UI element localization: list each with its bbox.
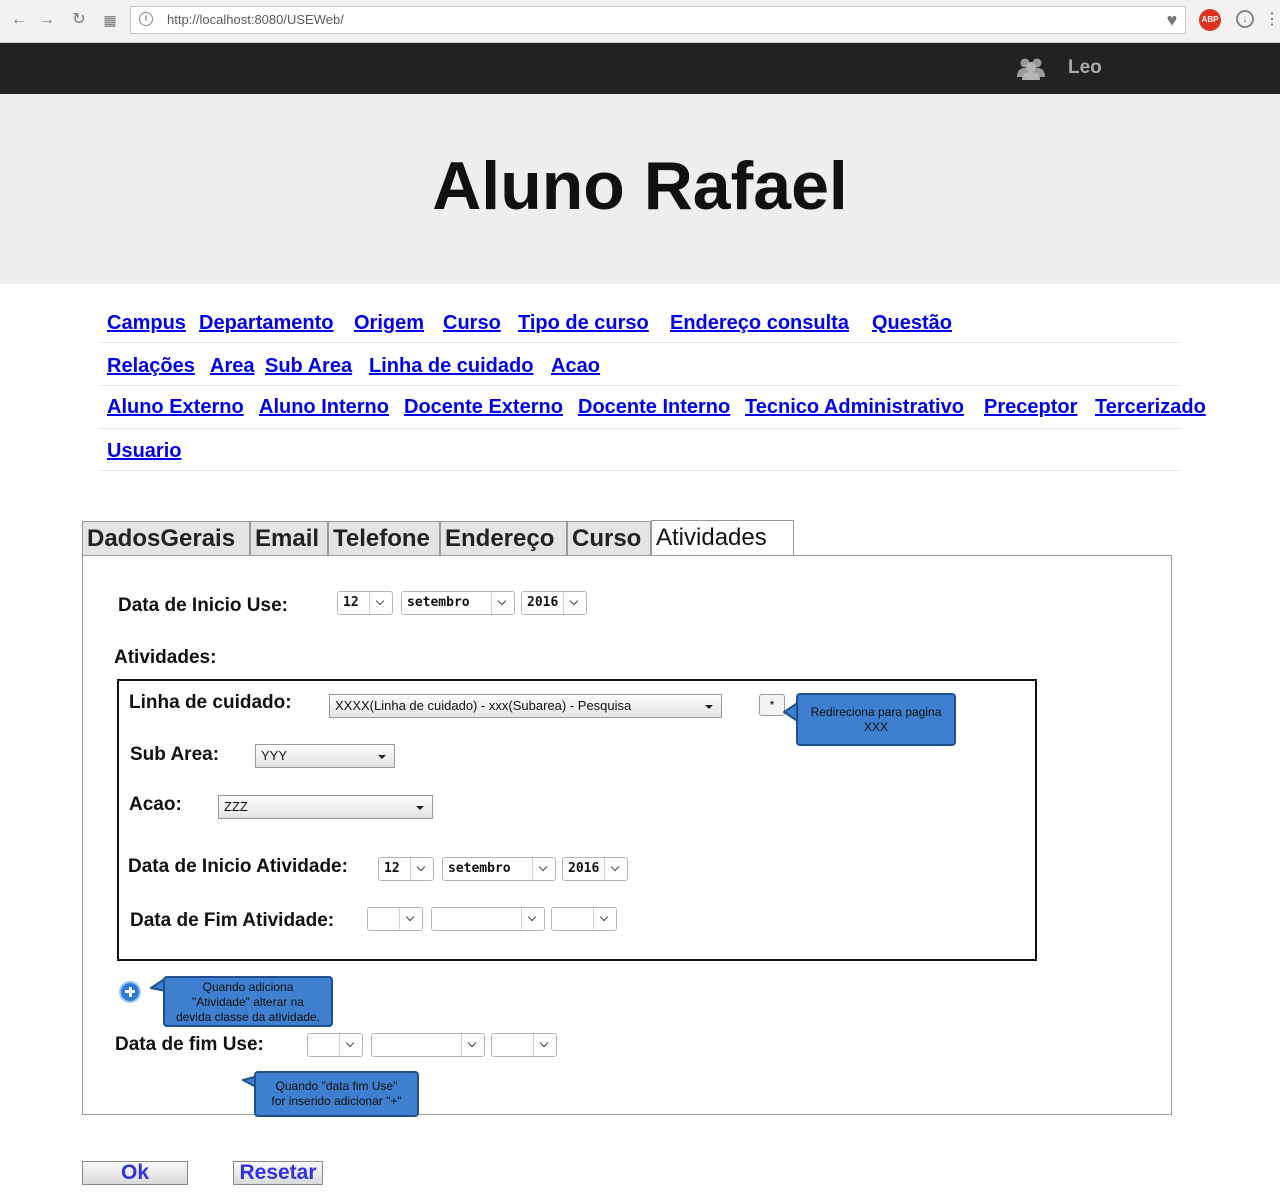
callout-adiciona-line-3: devida classe da atividade. <box>175 1010 321 1024</box>
address-bar[interactable]: i http://localhost:8080/USEWeb/ <box>130 6 1186 34</box>
menu-link-docente-interno[interactable]: Docente Interno <box>578 395 730 419</box>
back-arrow-icon[interactable]: ← <box>8 9 30 31</box>
callout-data-fim-line-1: Quando "data fim Use" <box>275 1079 398 1093</box>
callout-adiciona: Quando adiciona "Atividade" alterar na d… <box>163 976 333 1027</box>
menu-link-endereco-consulta[interactable]: Endereço consulta <box>670 311 849 335</box>
menu-link-tecnico-administrativo[interactable]: Tecnico Administrativo <box>745 395 964 419</box>
data-inicio-atividade-label: Data de Inicio Atividade: <box>128 856 348 877</box>
data-inicio-atividade-month-select[interactable]: setembro <box>442 857 556 881</box>
data-fim-atividade-day-select[interactable] <box>367 907 423 931</box>
acao-label: Acao: <box>129 794 182 815</box>
menu-link-departamento[interactable]: Departamento <box>199 311 333 335</box>
linha-cuidado-label: Linha de cuidado: <box>129 692 292 713</box>
sub-area-label: Sub Area: <box>130 744 220 765</box>
atividades-label: Atividades: <box>114 647 217 668</box>
user-name[interactable]: Leo <box>1068 56 1102 80</box>
data-fim-atividade-label: Data de Fim Atividade: <box>130 910 335 931</box>
url-text[interactable]: http://localhost:8080/USEWeb/ <box>167 7 344 33</box>
tab-endereco[interactable]: Endereço <box>440 521 567 555</box>
menu-link-docente-externo[interactable]: Docente Externo <box>404 395 563 419</box>
menu-link-questao[interactable]: Questão <box>872 311 952 335</box>
menu-link-tercerizado[interactable]: Tercerizado <box>1095 395 1206 419</box>
menu-link-preceptor[interactable]: Preceptor <box>984 395 1077 419</box>
menu-row-4: Usuario <box>100 439 1180 471</box>
menu-link-area[interactable]: Area <box>210 354 254 378</box>
tab-email[interactable]: Email <box>250 521 328 555</box>
callout-adiciona-line-2: "Atividade" alterar na <box>192 995 304 1009</box>
data-inicio-use-year-select[interactable]: 2016 <box>521 591 587 615</box>
reset-button[interactable]: Resetar <box>233 1161 323 1185</box>
callout-redireciona-line-2: XXX <box>863 720 888 734</box>
tab-telefone[interactable]: Telefone <box>328 521 440 555</box>
menu-link-curso[interactable]: Curso <box>443 311 501 335</box>
menu-link-campus[interactable]: Campus <box>107 311 186 335</box>
acao-select[interactable]: ZZZ <box>218 795 433 819</box>
page-title: Aluno Rafael <box>432 148 848 224</box>
download-icon[interactable]: ↓ <box>1236 10 1254 28</box>
menu-row-3: Aluno Externo Aluno Interno Docente Exte… <box>100 395 1206 429</box>
menu-link-relacoes[interactable]: Relações <box>107 354 195 378</box>
menu-link-origem[interactable]: Origem <box>354 311 424 335</box>
menu-link-acao[interactable]: Acao <box>551 354 600 378</box>
menu-link-usuario[interactable]: Usuario <box>107 439 181 463</box>
menu-row-1: Campus Departamento Origem Curso Tipo de… <box>100 311 1180 343</box>
tab-dadosgerais[interactable]: DadosGerais <box>82 521 250 555</box>
data-fim-use-label: Data de fim Use: <box>115 1034 264 1055</box>
menu-link-tipo-de-curso[interactable]: Tipo de curso <box>518 311 649 335</box>
apps-grid-icon[interactable]: ▦ <box>99 9 121 31</box>
callout-data-fim-line-2: for inserido adicionar "+" <box>271 1094 402 1108</box>
data-fim-use-day-select[interactable] <box>307 1033 363 1057</box>
add-atividade-icon[interactable] <box>119 981 141 1003</box>
callout-adiciona-line-1: Quando adiciona <box>202 980 294 994</box>
tab-curso[interactable]: Curso <box>567 521 651 555</box>
linha-cuidado-select[interactable]: XXXX(Linha de cuidado) - xxx(Subarea) - … <box>329 694 722 718</box>
callout-data-fim: Quando "data fim Use" for inserido adici… <box>254 1071 419 1117</box>
tab-atividades[interactable]: Atividades <box>651 520 794 555</box>
forward-arrow-icon[interactable]: → <box>36 9 58 31</box>
favorite-heart-icon[interactable]: ♥ <box>1160 9 1184 31</box>
data-fim-use-year-select[interactable] <box>491 1033 557 1057</box>
users-icon[interactable] <box>1016 55 1046 81</box>
menu-link-sub-area[interactable]: Sub Area <box>265 354 352 378</box>
redirect-star-button[interactable]: * <box>759 694 785 716</box>
adblock-icon[interactable]: ABP <box>1199 9 1221 31</box>
ok-button[interactable]: Ok <box>82 1161 188 1185</box>
data-inicio-use-month-select[interactable]: setembro <box>401 591 515 615</box>
menu-link-aluno-interno[interactable]: Aluno Interno <box>259 395 389 419</box>
reload-icon[interactable]: ↻ <box>68 9 90 31</box>
site-info-icon[interactable]: i <box>139 12 153 26</box>
data-inicio-use-day-select[interactable]: 12 <box>337 591 393 615</box>
menu-row-2: Relações Area Sub Area Linha de cuidado … <box>100 354 1180 386</box>
data-fim-atividade-month-select[interactable] <box>431 907 545 931</box>
menu-link-aluno-externo[interactable]: Aluno Externo <box>107 395 244 419</box>
data-inicio-atividade-day-select[interactable]: 12 <box>378 857 434 881</box>
menu-link-linha-de-cuidado[interactable]: Linha de cuidado <box>369 354 533 378</box>
data-fim-atividade-year-select[interactable] <box>551 907 617 931</box>
browser-menu-icon[interactable]: ⋮ <box>1264 9 1280 31</box>
data-inicio-use-label: Data de Inicio Use: <box>118 595 288 616</box>
data-inicio-atividade-year-select[interactable]: 2016 <box>562 857 628 881</box>
callout-redireciona-line-1: Redireciona para pagina <box>810 705 942 719</box>
data-fim-use-month-select[interactable] <box>371 1033 485 1057</box>
callout-redireciona: Redireciona para pagina XXX <box>796 693 956 746</box>
sub-area-select[interactable]: YYY <box>255 744 395 768</box>
